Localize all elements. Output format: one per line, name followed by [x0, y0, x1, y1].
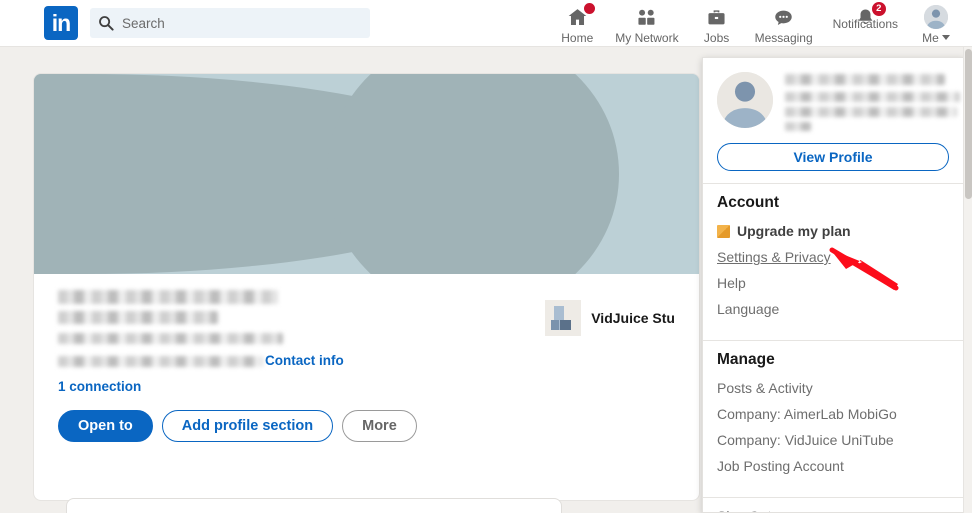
dropdown-item-language[interactable]: Language [703, 296, 963, 322]
nav-item-home[interactable]: Home [549, 1, 605, 45]
dropdown-item-job-posting-account[interactable]: Job Posting Account [703, 453, 963, 479]
profile-action-buttons: Open to Add profile section More [58, 410, 677, 442]
linkedin-profile-page: in Home [0, 0, 972, 513]
home-badge [582, 1, 596, 15]
profile-headline-redacted [58, 333, 283, 344]
profile-name-line2-redacted [58, 311, 218, 324]
dropdown-item-label: Settings & Privacy [717, 249, 831, 265]
dropdown-item-label: Job Posting Account [717, 458, 844, 474]
dropdown-item-help[interactable]: Help [703, 270, 963, 296]
chevron-down-icon [941, 35, 950, 40]
global-navbar: in Home [0, 0, 972, 47]
dropdown-item-label: Language [717, 301, 780, 317]
profile-name-redacted [58, 290, 278, 304]
page-scrollbar[interactable] [963, 47, 972, 513]
profile-banner[interactable] [34, 74, 699, 274]
manage-section-title: Manage [717, 351, 775, 368]
dropdown-item-posts-activity[interactable]: Posts & Activity [703, 375, 963, 401]
dropdown-item-label: Help [717, 275, 746, 291]
nav-item-notifications[interactable]: 2 Notifications [823, 0, 908, 31]
nav-item-messaging[interactable]: Messaging [745, 2, 823, 45]
nav-label-messaging: Messaging [754, 30, 813, 45]
nav-item-my-network[interactable]: My Network [605, 2, 688, 45]
nav-item-jobs[interactable]: Jobs [689, 2, 745, 45]
company-name-label: VidJuice Stu [591, 310, 675, 326]
dropdown-item-upgrade-my-plan[interactable]: Upgrade my plan [703, 218, 963, 244]
dropdown-item-label: Posts & Activity [717, 380, 813, 396]
profile-location-row: Contact info [58, 354, 677, 367]
open-to-button[interactable]: Open to [58, 410, 153, 442]
contact-info-link[interactable]: Contact info [265, 354, 344, 368]
more-button[interactable]: More [342, 410, 417, 442]
notifications-badge: 2 [870, 0, 887, 17]
avatar [717, 72, 773, 128]
me-dropdown-menu: View Profile Account Upgrade my plan Set… [702, 57, 964, 513]
profile-card: Contact info 1 connection Open to Add pr… [33, 73, 700, 501]
nav-label-my-network: My Network [615, 30, 679, 45]
search-icon [99, 16, 114, 31]
nav-label-home: Home [561, 30, 594, 45]
account-section-title: Account [717, 194, 779, 211]
next-section-card [66, 498, 562, 513]
dropdown-item-sign-out[interactable]: Sign Out [703, 498, 963, 512]
dropdown-headline3-redacted [785, 122, 811, 131]
search-input[interactable] [122, 15, 362, 31]
nav-items: Home My Network Jobs Messaging 2 Notific… [549, 0, 964, 45]
dropdown-item-company-vidjuice-unitube[interactable]: Company: VidJuice UniTube [703, 427, 963, 453]
manage-section: Manage Posts & Activity Company: AimerLa… [703, 341, 963, 485]
add-profile-section-button[interactable]: Add profile section [161, 410, 334, 442]
view-profile-button[interactable]: View Profile [717, 143, 949, 171]
account-section: Account Upgrade my plan Settings & Priva… [703, 184, 963, 328]
company-logo-icon [545, 300, 582, 336]
search-box[interactable] [90, 8, 370, 38]
jobs-icon [708, 9, 725, 24]
current-company[interactable]: VidJuice Stu [545, 300, 675, 336]
scrollbar-thumb[interactable] [965, 49, 972, 199]
dropdown-headline-redacted [785, 92, 960, 102]
nav-item-me[interactable]: Me [908, 2, 964, 45]
nav-label-me: Me [922, 31, 950, 45]
linkedin-logo[interactable]: in [44, 6, 78, 40]
banner-arc-shape [326, 74, 620, 274]
dropdown-identity [703, 58, 963, 131]
my-network-icon [638, 9, 655, 25]
dropdown-item-label: Company: AimerLab MobiGo [717, 406, 897, 422]
me-avatar-icon [924, 5, 948, 29]
dropdown-item-label: Sign Out [717, 508, 771, 512]
dropdown-name-redacted [785, 74, 945, 85]
nav-label-me-text: Me [922, 30, 939, 45]
profile-location-redacted [58, 356, 263, 367]
dropdown-user-info [785, 72, 960, 131]
connections-link[interactable]: 1 connection [58, 379, 677, 394]
dropdown-item-settings-privacy[interactable]: Settings & Privacy [703, 244, 963, 270]
dropdown-item-label: Upgrade my plan [737, 223, 851, 239]
dropdown-headline2-redacted [785, 107, 957, 117]
messaging-icon [775, 10, 792, 25]
nav-label-jobs: Jobs [703, 30, 730, 45]
profile-details: Contact info 1 connection Open to Add pr… [34, 274, 699, 442]
dropdown-item-company-aimerlab-mobigo[interactable]: Company: AimerLab MobiGo [703, 401, 963, 427]
dropdown-item-label: Company: VidJuice UniTube [717, 432, 894, 448]
upgrade-badge-icon [717, 224, 730, 238]
